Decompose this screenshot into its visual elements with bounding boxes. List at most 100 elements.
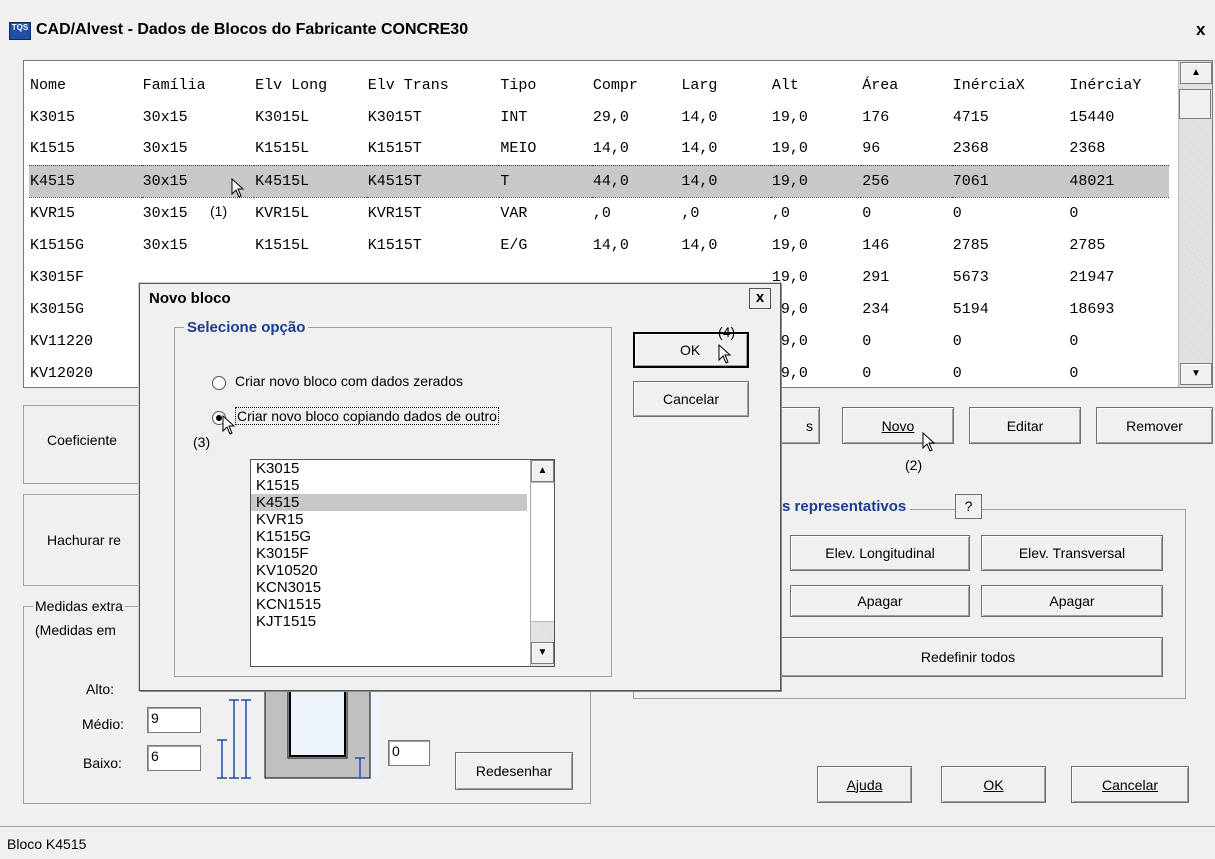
list-item[interactable]: KCN1515: [251, 596, 554, 613]
editar-button[interactable]: Editar: [969, 407, 1081, 444]
extra-input[interactable]: 0: [388, 740, 430, 766]
table-cell: 146: [862, 236, 890, 254]
table-cell: 19,0: [771, 364, 808, 382]
listbox-scrollbar[interactable]: ▲ ▼: [530, 460, 554, 666]
table-row[interactable]: K1515G 30x15 K1515L K1515T E/G 14,0 14,0 19,0 14…: [29, 229, 1169, 261]
table-cell: 0: [1069, 204, 1079, 222]
table-row[interactable]: K3015 30x15 K3015L K3015T INT 29,0 14,0 19,0 176…: [29, 101, 1169, 133]
scroll-up-icon[interactable]: ▲: [1180, 62, 1212, 84]
table-cell: 234: [862, 300, 890, 318]
redefinir-todos-button[interactable]: Redefinir todos: [773, 637, 1163, 677]
table-cell: INT: [500, 108, 528, 126]
table-cell: 15440: [1069, 108, 1115, 126]
help-button[interactable]: ?: [955, 494, 982, 519]
table-cell: VAR: [500, 204, 528, 222]
table-cell: 19,0: [771, 236, 808, 254]
table-scrollbar[interactable]: ▲ ▼: [1178, 61, 1212, 387]
baixo-input[interactable]: 6: [147, 745, 201, 771]
listbox-scroll-up-icon[interactable]: ▲: [531, 460, 554, 482]
table-cell: 0: [952, 204, 962, 222]
column-header[interactable]: Elv Long: [254, 69, 367, 101]
column-header[interactable]: Alt: [771, 69, 861, 101]
table-cell: 4715: [952, 108, 989, 126]
list-item[interactable]: KCN3015: [251, 579, 554, 596]
list-item[interactable]: K1515G: [251, 528, 554, 545]
list-item[interactable]: K3015F: [251, 545, 554, 562]
list-item[interactable]: KV10520: [251, 562, 554, 579]
table-row[interactable]: K1515 30x15 K1515L K1515T MEIO 14,0 14,0 19,0 96…: [29, 133, 1169, 165]
remover-button[interactable]: Remover: [1096, 407, 1213, 444]
table-cell: 14,0: [681, 236, 718, 254]
table-cell: 30x15: [142, 204, 188, 222]
table-cell: K1515: [30, 140, 76, 158]
redesenhar-button[interactable]: Redesenhar: [455, 752, 573, 790]
column-header[interactable]: Família: [142, 69, 255, 101]
list-item[interactable]: K3015: [251, 460, 554, 477]
table-cell: 30x15: [142, 140, 188, 158]
medio-label: Médio:: [82, 716, 125, 732]
column-header[interactable]: Compr: [592, 69, 680, 101]
table-cell: ,0: [771, 204, 790, 222]
table-cell: K1515G: [30, 236, 85, 254]
mouse-cursor-icon: [922, 432, 936, 452]
close-icon[interactable]: x: [1196, 20, 1205, 40]
table-cell: 0: [862, 332, 872, 350]
scroll-down-icon[interactable]: ▼: [1180, 363, 1212, 385]
block-listbox[interactable]: K3015 K1515 K4515 KVR15 K1515G K3015F KV10520 K…: [250, 459, 555, 667]
table-cell: 256: [861, 164, 952, 198]
radio-zerados[interactable]: [212, 376, 226, 390]
column-header[interactable]: InérciaY: [1068, 69, 1169, 101]
table-cell: 14,0: [592, 140, 629, 158]
table-row[interactable]: K4515 30x15 K4515L K4515T T 44,0 14,0 19,0 256 70…: [29, 164, 1169, 198]
listbox-scroll-down-icon[interactable]: ▼: [531, 642, 554, 664]
title-bar: TQS CAD/Alvest - Dados de Blocos do Fabr…: [0, 0, 1215, 40]
radio-copiando-label: Criar novo bloco copiando dados de outro: [235, 407, 499, 425]
status-bar: Bloco K4515: [0, 826, 1215, 859]
ajuda-button[interactable]: Ajuda: [817, 766, 912, 803]
column-header[interactable]: Área: [861, 69, 951, 101]
table-cell: K1515T: [367, 140, 422, 158]
table-cell: 0: [952, 332, 962, 350]
table-cell: K3015F: [30, 268, 85, 286]
table-cell: 14,0: [680, 164, 771, 198]
column-header[interactable]: Larg: [680, 69, 770, 101]
scroll-thumb[interactable]: [1179, 89, 1211, 119]
elev-longitudinal-button[interactable]: Elev. Longitudinal: [790, 535, 970, 571]
table-cell: T: [499, 164, 592, 198]
apagar-long-button[interactable]: Apagar: [790, 585, 970, 617]
listbox-scroll-thumb[interactable]: [531, 482, 554, 622]
column-header[interactable]: Elv Trans: [367, 69, 500, 101]
list-item[interactable]: K1515: [251, 477, 554, 494]
novo-button[interactable]: Novo: [842, 407, 954, 444]
table-cell: 14,0: [592, 236, 629, 254]
table-row[interactable]: KVR15 30x15 KVR15L KVR15T VAR ,0 ,0 ,0 0 0 0: [29, 197, 1169, 229]
apagar-trans-button[interactable]: Apagar: [981, 585, 1163, 617]
ok-button[interactable]: OK: [941, 766, 1046, 803]
table-cell: K3015G: [30, 300, 85, 318]
list-item[interactable]: KJT1515: [251, 613, 554, 630]
dialog-cancel-button[interactable]: Cancelar: [633, 381, 749, 417]
table-cell: K4515: [29, 164, 142, 198]
window-title: CAD/Alvest - Dados de Blocos do Fabrican…: [36, 21, 469, 38]
table-cell: KV12020: [30, 364, 94, 382]
cancelar-button[interactable]: Cancelar: [1071, 766, 1189, 803]
radio-zerados-label: Criar novo bloco com dados zerados: [235, 373, 464, 389]
elev-transversal-button[interactable]: Elev. Transversal: [981, 535, 1163, 571]
list-item[interactable]: K4515: [251, 494, 527, 511]
table-cell: 29,0: [592, 108, 629, 126]
table-cell: K3015: [30, 108, 76, 126]
table-cell: 19,0: [771, 268, 808, 286]
list-item[interactable]: KVR15: [251, 511, 554, 528]
medio-input[interactable]: 9: [147, 707, 201, 733]
hachurar-label: Hachurar re: [47, 532, 121, 548]
column-header[interactable]: Nome: [29, 69, 142, 101]
column-header[interactable]: Tipo: [499, 69, 591, 101]
table-cell: 5673: [952, 268, 989, 286]
table-cell: KVR15L: [255, 204, 310, 222]
dialog-close-icon[interactable]: x: [749, 288, 771, 309]
table-cell: 0: [1069, 332, 1079, 350]
table-cell: K1515T: [367, 236, 422, 254]
table-header: Nome Família Elv Long Elv Trans Tipo Compr Lar…: [29, 69, 1169, 101]
alto-label: Alto:: [86, 681, 115, 697]
column-header[interactable]: InérciaX: [952, 69, 1069, 101]
